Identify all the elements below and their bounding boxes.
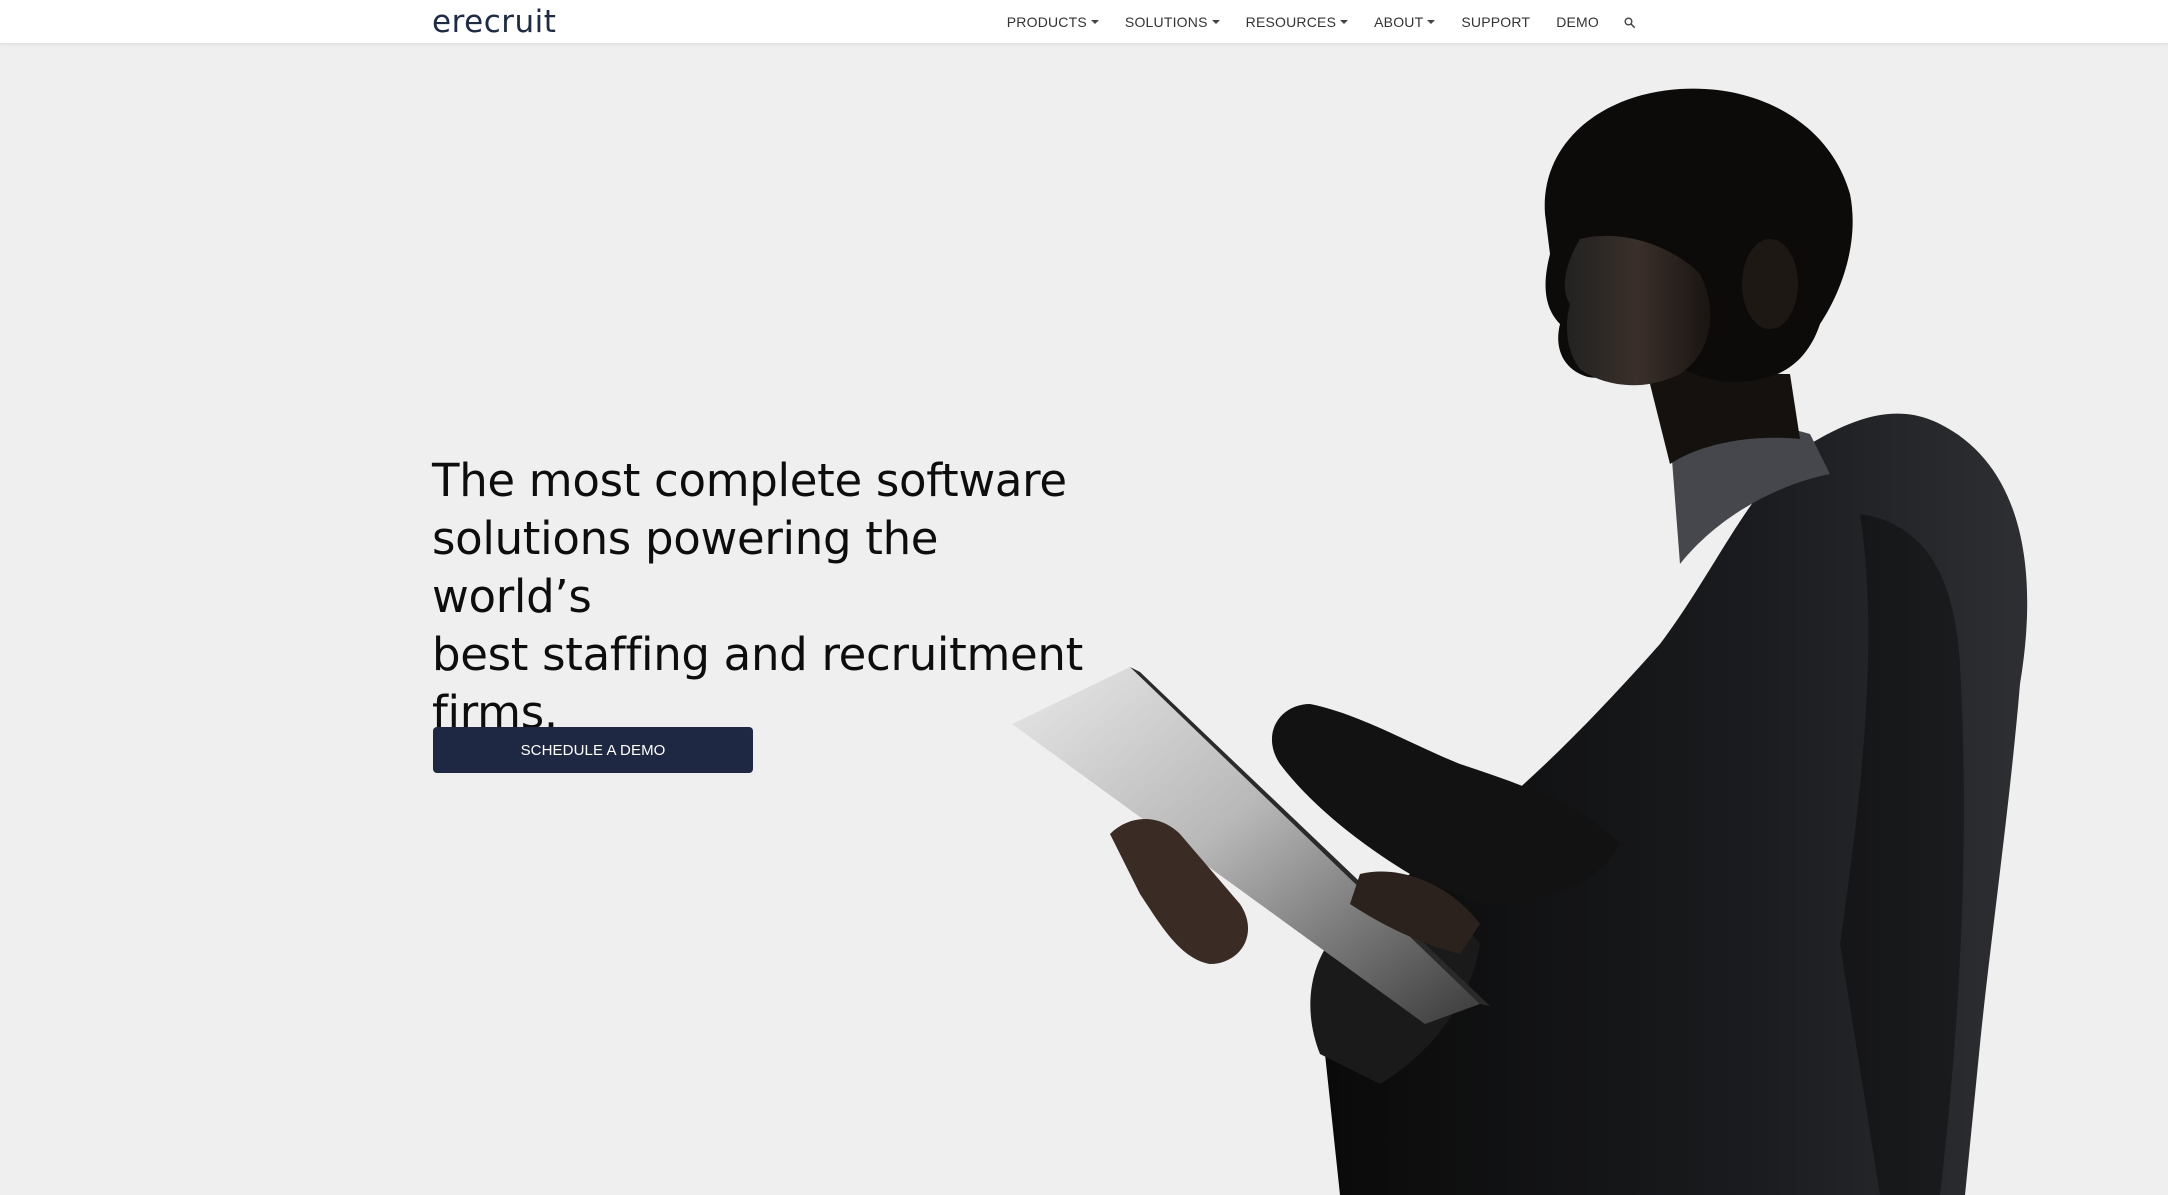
hero-headline: The most complete software solutions pow… [432,452,1092,742]
nav-demo-label: DEMO [1556,14,1599,30]
headline-line: The most complete software [432,454,1067,507]
nav-demo[interactable]: DEMO [1543,14,1612,30]
chevron-down-icon [1211,20,1220,24]
schedule-demo-label: SCHEDULE A DEMO [520,741,666,759]
headline-line: solutions powering the world’s [432,512,939,623]
search-icon [1624,17,1635,28]
chevron-down-icon [1090,20,1099,24]
nav-support[interactable]: SUPPORT [1448,14,1543,30]
nav-about-label: ABOUT [1374,14,1424,30]
nav-resources[interactable]: RESOURCES [1233,14,1361,30]
nav-products[interactable]: PRODUCTS [994,14,1112,30]
nav-products-label: PRODUCTS [1006,14,1087,30]
search-button[interactable] [1614,7,1644,37]
nav-support-label: SUPPORT [1461,14,1531,30]
main-nav: PRODUCTS SOLUTIONS RESOURCES ABOUT SUPPO… [994,0,1644,44]
nav-about[interactable]: ABOUT [1361,14,1448,30]
headline-line: best staffing and recruitment [432,628,1083,681]
site-header: erecruit PRODUCTS SOLUTIONS RESOURCES AB… [0,0,2168,44]
nav-solutions[interactable]: SOLUTIONS [1112,14,1233,30]
hero-photo-man-with-tablet [1012,88,2028,1195]
chevron-down-icon [1340,20,1349,24]
schedule-demo-button[interactable]: SCHEDULE A DEMO [433,727,753,773]
nav-solutions-label: SOLUTIONS [1124,14,1208,30]
hero-section: The most complete software solutions pow… [0,44,2168,1195]
erecruit-logo[interactable]: erecruit [432,3,556,41]
chevron-down-icon [1427,20,1436,24]
nav-resources-label: RESOURCES [1245,14,1337,30]
